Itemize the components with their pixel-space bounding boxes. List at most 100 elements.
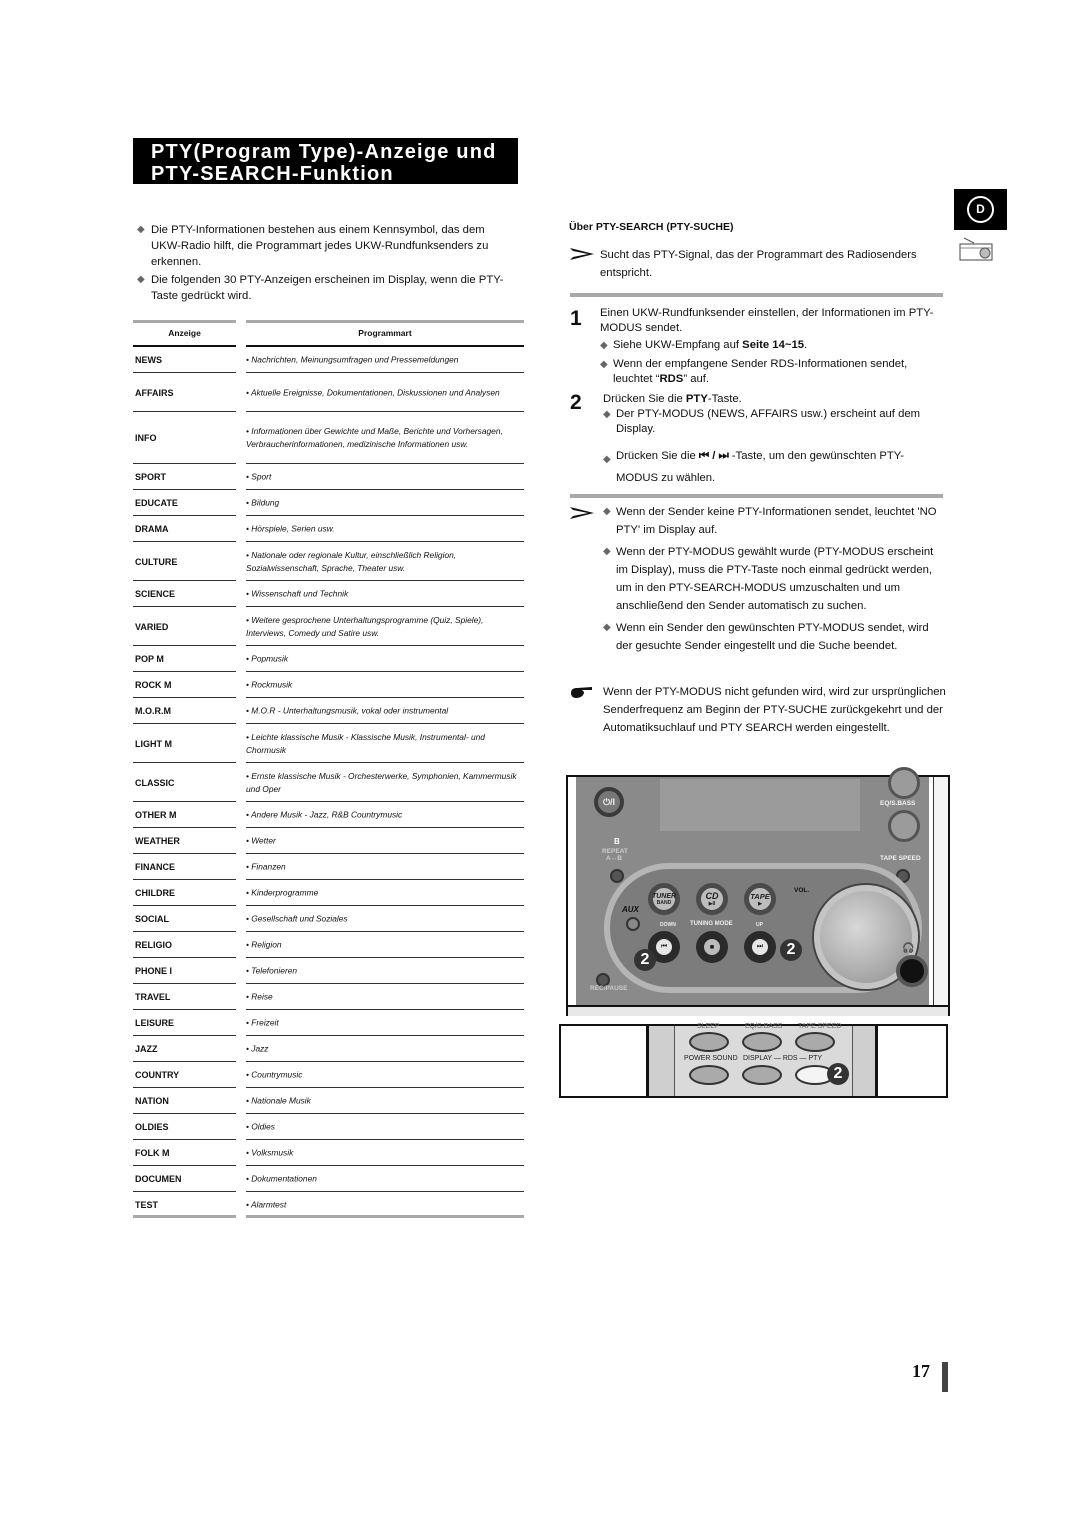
pty-description: • Bildung [246,497,280,508]
power-sound-button[interactable] [689,1065,729,1085]
pty-code: SCIENCE [135,589,176,599]
aux-button[interactable] [626,917,640,931]
skip-forward-icon: ⏭ [752,939,768,955]
pty-description: • Volksmusik [246,1147,294,1158]
diamond-bullet-icon: ◆ [603,454,611,465]
eq-sbass-button[interactable] [888,810,920,842]
pty-description: • Reise [246,991,273,1002]
pty-code: NATION [135,1096,169,1106]
table-body: NEWS • Nachrichten, Meinungsumfragen und … [133,347,524,1218]
diamond-bullet-icon: ◆ [600,359,608,370]
pty-code: CLASSIC [135,777,175,788]
sleep-button[interactable] [689,1032,729,1052]
divider [246,1215,524,1218]
aux-label: AUX [622,905,639,914]
skip-back-icon: ⏮ [656,939,672,955]
power-button[interactable]: ⏻/I [594,787,624,817]
down-label: DOWN [660,922,676,928]
table-header: Anzeige Programmart [133,320,524,347]
table-row: INFO • Informationen über Gewichte und Ma… [133,412,524,464]
intro-bullet: ◆ Die PTY-Informationen bestehen aus eine… [137,224,489,268]
stop-icon: ■ [704,939,720,955]
table-row: TRAVEL • Reise [133,984,524,1010]
pty-description: • M.O.R - Unterhaltungsmusik, vokal oder… [246,705,449,716]
divider [133,1215,236,1218]
table-row: LIGHT M • Leichte klassische Musik - Klas… [133,724,524,763]
table-row: WEATHER • Wetter [133,828,524,854]
next-button[interactable]: ⏭ [744,931,776,963]
table-row: TEST • Alarmtest [133,1192,524,1218]
divider [246,320,524,323]
sleep-label: SLEEP [697,1023,720,1030]
pty-description: • Oldies [246,1121,275,1132]
remote-body: SLEEP EQ/S.BASS TAPE SPEED POWER SOUND D… [646,1023,878,1096]
pty-description: • Jazz [246,1043,269,1054]
table-row: NATION • Nationale Musik [133,1088,524,1114]
pty-description: • Nachrichten, Meinungsumfragen und Pres… [246,354,459,365]
power-sound-label: POWER SOUND [684,1055,738,1062]
table-row: POP M • Popmusik [133,646,524,672]
note-item: ◆ Wenn ein Sender den gewünschten PTY-MOD… [570,619,945,655]
table-row: AFFAIRS • Aktuelle Ereignisse, Dokumentat… [133,373,524,412]
step-number: 2 [570,391,582,414]
pty-description: • Nationale Musik [246,1095,311,1106]
diamond-bullet-icon: ◆ [603,546,611,557]
eq-button[interactable] [742,1032,782,1052]
repeat-label: REPEAT [602,848,628,855]
pty-description: • Religion [246,939,282,950]
table-row: SCIENCE • Wissenschaft und Technik [133,581,524,607]
pty-code: OTHER M [135,810,177,820]
table-row: SOCIAL • Gesellschaft und Soziales [133,906,524,932]
note-arrow-icon [570,248,594,260]
pty-description: • Wissenschaft und Technik [246,588,349,599]
table-row: SPORT • Sport [133,464,524,490]
pty-description: • Freizeit [246,1017,279,1028]
pointing-hand-icon [571,687,592,698]
pty-code: TEST [135,1200,159,1210]
page-marker-bar [942,1362,948,1392]
display-button[interactable] [742,1065,782,1085]
page-number: 17 [912,1361,930,1381]
table-row: FOLK M • Volksmusik [133,1140,524,1166]
device-bottom [568,1005,948,1016]
pty-code: OLDIES [135,1122,169,1132]
skip-buttons-icon: ⏮ / ⏭ [698,450,729,462]
pty-description: • Andere Musik - Jazz, R&B Countrymusic [246,809,403,820]
table-row: OLDIES • Oldies [133,1114,524,1140]
step-text: Drücken Sie die PTY-Taste. [603,393,742,405]
repeat-button[interactable] [610,869,624,883]
pty-code: CHILDRE [135,888,175,898]
table-row: VARIED • Weitere gesprochene Unterhaltung… [133,607,524,646]
tape-speed-button[interactable] [795,1032,835,1052]
repeat-ab-label: A↔B [606,855,622,862]
hand-note: Wenn der PTY-MODUS nicht gefunden wird, … [570,683,978,737]
pty-description: • Countrymusic [246,1069,303,1080]
notes: ◆ Wenn der Sender keine PTY-Informationen… [570,503,945,659]
step-text: Einen UKW-Rundfunksender einstellen, der… [600,307,934,334]
pty-code: FINANCE [135,862,175,872]
top-button[interactable] [888,767,920,799]
pty-description: • Nationale oder regionale Kultur, einsc… [246,549,457,573]
cd-button[interactable]: CD ▶II [696,883,728,915]
diamond-bullet-icon: ◆ [603,622,611,633]
pty-code: POP M [135,654,164,664]
display-rds-pty-label: DISPLAY — RDS — PTY [743,1055,823,1062]
tape-button[interactable]: TAPE ▶ [744,883,776,915]
pty-code: SOCIAL [135,914,170,924]
table-row: CLASSIC • Ernste klassische Musik - Orche… [133,763,524,802]
page-title: PTY(Program Type)-Anzeige und PTY-SEARCH… [133,138,518,185]
language-tab-letter: D [967,196,994,223]
stop-button[interactable]: ■ [696,931,728,963]
step-sub: ◆ Siehe UKW-Empfang auf Seite 14~15. [600,339,808,351]
pty-code: INFO [135,433,157,443]
tuning-mode-label: TUNING MODE [690,921,733,927]
note-item: ◆ Wenn der PTY-MODUS gewählt wurde (PTY-M… [570,543,945,615]
header-anzeige: Anzeige [168,328,201,338]
pty-code: PHONE I [135,966,173,976]
diamond-bullet-icon: ◆ [137,224,145,235]
step-badge: 2 [634,949,656,971]
header-programmart: Programmart [358,328,412,338]
tuner-band-button[interactable]: TUNER BAND [648,883,680,915]
pty-code: EDUCATE [135,498,178,508]
step-sub: ◆ Drücken Sie die ⏮ / ⏭ -Taste, um den ge… [603,450,905,484]
